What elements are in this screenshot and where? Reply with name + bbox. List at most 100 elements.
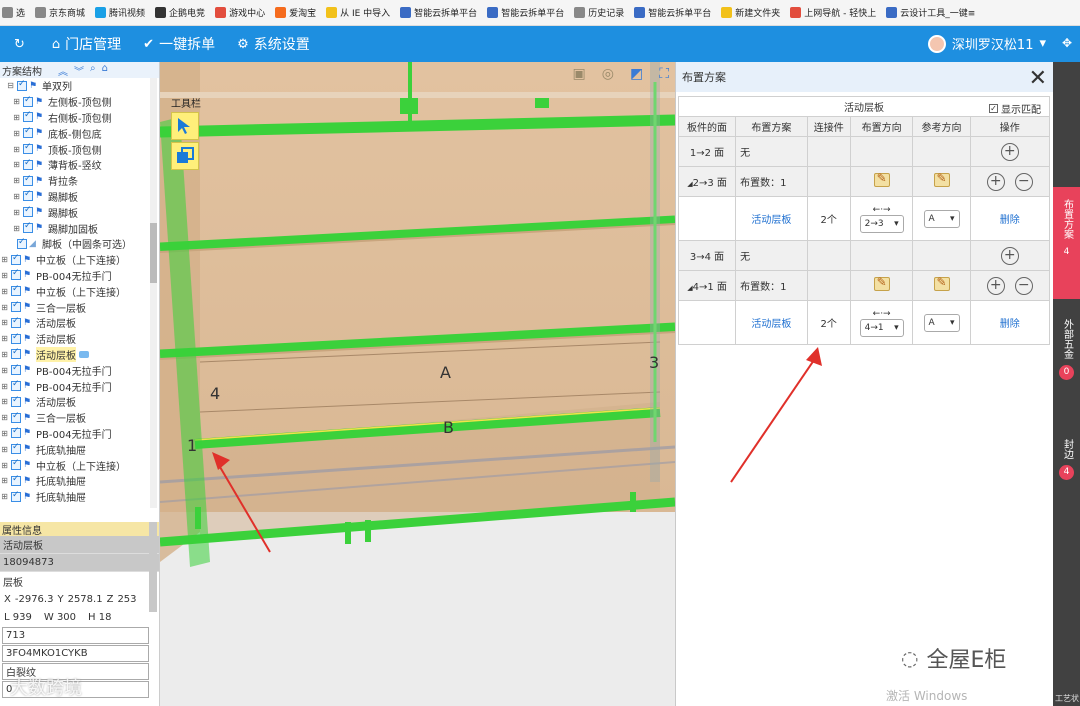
nav-item-refresh[interactable]: ↻ bbox=[14, 37, 30, 52]
checkbox-icon[interactable] bbox=[23, 189, 33, 202]
expand-icon[interactable]: ⊞ bbox=[12, 113, 21, 122]
bookmark-item[interactable]: 智能云拆单平台 bbox=[487, 6, 564, 19]
collapse-all-icon[interactable]: ︽ bbox=[58, 63, 68, 78]
expand-icon[interactable]: ⊞ bbox=[0, 429, 9, 438]
bookmark-item[interactable]: 智能云拆单平台 bbox=[400, 6, 477, 19]
checkbox-icon[interactable] bbox=[11, 379, 21, 392]
checkbox-icon[interactable] bbox=[11, 411, 21, 423]
bookmark-item[interactable]: 上网导航 - 轻快上 bbox=[790, 6, 876, 19]
tree-scrollbar[interactable] bbox=[150, 78, 157, 508]
nav-item-home[interactable]: ⌂ 门店管理 bbox=[52, 34, 121, 54]
tree-node[interactable]: ⊞ ⚑ 踢脚板 bbox=[0, 189, 159, 205]
tree-node[interactable]: ⊞ ⚑ 薄背板-竖纹 bbox=[0, 157, 159, 173]
bookmark-item[interactable]: 企鹅电竞 bbox=[155, 6, 205, 19]
edit-icon[interactable] bbox=[933, 171, 950, 187]
side-tab[interactable]: 外部五金 0 bbox=[1053, 307, 1080, 407]
expand-icon[interactable]: ⊞ bbox=[0, 382, 9, 391]
checkbox-icon[interactable] bbox=[23, 205, 33, 218]
checkbox-icon[interactable] bbox=[11, 426, 21, 439]
direction-select[interactable]: 2→3 ▾ bbox=[859, 215, 904, 233]
checkbox-icon[interactable] bbox=[11, 442, 21, 455]
target-icon[interactable]: ◎ bbox=[602, 66, 614, 82]
edit-icon[interactable] bbox=[933, 275, 950, 291]
tree-node[interactable]: ⊞ ⚑ 活动层板 bbox=[0, 394, 159, 410]
expand-icon[interactable]: ⊞ bbox=[12, 97, 21, 106]
expand-icon[interactable]: ⊞ bbox=[12, 129, 21, 138]
expand-icon[interactable]: ⊞ bbox=[0, 476, 9, 485]
tree-node[interactable]: ⊞ ⚑ 托底轨抽屉 bbox=[0, 473, 159, 489]
tree-node[interactable]: ⊟ ⚑ 单双列 bbox=[0, 78, 159, 94]
checkbox-icon[interactable]: ✓ bbox=[989, 104, 998, 113]
tree-node[interactable]: ⊞ ⚑ 中立板（上下连接） bbox=[0, 283, 159, 299]
3d-viewport[interactable]: ▣ ◎ ◩ ⛶ 工具栏 A B 1 3 4 bbox=[160, 62, 675, 706]
checkbox-icon[interactable] bbox=[23, 142, 33, 155]
expand-icon[interactable]: ⊞ bbox=[0, 492, 9, 501]
bookmark-item[interactable]: 选 bbox=[2, 6, 25, 19]
bookmark-item[interactable]: 云设计工具_一键≡ bbox=[886, 6, 975, 19]
fullscreen-view-icon[interactable]: ⛶ bbox=[659, 66, 669, 82]
expand-icon[interactable]: ⊞ bbox=[0, 318, 9, 327]
tree-node[interactable]: ⊞ ⚑ PB-004无拉手门 bbox=[0, 362, 159, 378]
add-icon[interactable]: + bbox=[986, 276, 1005, 295]
checkbox-icon[interactable] bbox=[11, 284, 21, 297]
expand-icon[interactable]: ⊞ bbox=[0, 255, 9, 264]
checkbox-icon[interactable] bbox=[11, 363, 21, 376]
tree-node[interactable]: ⊞ ⚑ 托底轨抽屉 bbox=[0, 489, 159, 505]
bookmark-item[interactable]: 智能云拆单平台 bbox=[634, 6, 711, 19]
edit-icon[interactable] bbox=[873, 275, 890, 291]
tree-node[interactable]: ⊞ ⚑ 中立板（上下连接） bbox=[0, 252, 159, 268]
expand-icon[interactable]: ⊞ bbox=[0, 366, 9, 375]
fullscreen-icon[interactable]: ✥ bbox=[1062, 36, 1072, 50]
tree-node[interactable]: ⊞ ⚑ 顶板-顶包侧 bbox=[0, 141, 159, 157]
tree-node[interactable]: ⊞ ⚑ 底板-侧包底 bbox=[0, 125, 159, 141]
remove-icon[interactable]: − bbox=[1014, 276, 1033, 295]
checkbox-icon[interactable] bbox=[17, 237, 27, 249]
property-scrollbar[interactable] bbox=[149, 522, 157, 612]
tree-node[interactable]: ⊞ ⚑ 活动层板 bbox=[0, 315, 159, 331]
expand-icon[interactable]: ⊟ bbox=[6, 81, 15, 90]
add-icon[interactable]: + bbox=[1000, 246, 1019, 265]
expand-icon[interactable]: ⊞ bbox=[12, 192, 21, 201]
tree-node[interactable]: ⊞ ⚑ PB-004无拉手门 bbox=[0, 378, 159, 394]
expand-icon[interactable]: ⊞ bbox=[12, 208, 21, 217]
side-tab[interactable]: 封边 4 bbox=[1053, 427, 1080, 497]
bookmark-item[interactable]: 腾讯视频 bbox=[95, 6, 145, 19]
tree-node[interactable]: ⊞ ⚑ 托底轨抽屉 bbox=[0, 441, 159, 457]
checkbox-icon[interactable] bbox=[11, 316, 21, 328]
tree-node[interactable]: ⊞ ⚑ 背拉条 bbox=[0, 173, 159, 189]
search-icon[interactable]: ⌕ bbox=[90, 63, 96, 78]
tree-node[interactable]: ⊞ ⚑ 右侧板-顶包侧 bbox=[0, 110, 159, 126]
tree-node[interactable]: ⊞ ⚑ 踢脚加固板 bbox=[0, 220, 159, 236]
reference-select[interactable]: A ▾ bbox=[923, 209, 960, 228]
checkbox-icon[interactable] bbox=[17, 79, 27, 91]
checkbox-icon[interactable] bbox=[11, 458, 21, 471]
expand-icon[interactable]: ⊞ bbox=[0, 350, 9, 359]
expand-all-icon[interactable]: ︾ bbox=[74, 63, 84, 78]
expand-icon[interactable]: ⊞ bbox=[0, 271, 9, 280]
home-icon[interactable]: ⌂ bbox=[102, 63, 108, 78]
property-field-2[interactable]: 3FO4MKO1CYKB bbox=[2, 645, 149, 662]
bookmark-item[interactable]: 从 IE 中导入 bbox=[326, 6, 390, 19]
reference-select[interactable]: A ▾ bbox=[923, 313, 960, 332]
expand-icon[interactable]: ⊞ bbox=[12, 160, 21, 169]
nav-item-shield-check[interactable]: ✔ 一键拆单 bbox=[143, 34, 215, 54]
expand-icon[interactable]: ⊞ bbox=[12, 145, 21, 154]
bookmark-item[interactable]: 游戏中心 bbox=[215, 6, 265, 19]
expand-icon[interactable]: ⊞ bbox=[0, 397, 9, 406]
checkbox-icon[interactable] bbox=[23, 174, 33, 186]
tree-node[interactable]: ⊞ ⚑ 三合一层板 bbox=[0, 410, 159, 426]
direction-select[interactable]: 4→1 ▾ bbox=[859, 319, 904, 337]
tree-node[interactable]: ⊞ ⚑ 中立板（上下连接） bbox=[0, 457, 159, 473]
close-icon[interactable]: ✕ bbox=[1029, 66, 1047, 91]
checkbox-icon[interactable] bbox=[11, 347, 21, 360]
checkbox-icon[interactable] bbox=[23, 126, 33, 139]
user-menu[interactable]: 深圳罗汉松11 ▾ bbox=[927, 34, 1046, 53]
expand-icon[interactable]: ⊞ bbox=[0, 445, 9, 454]
checkbox-icon[interactable] bbox=[23, 158, 33, 170]
tree-node[interactable]: ◢ 脚板（中圆条可选） bbox=[0, 236, 159, 252]
checkbox-icon[interactable] bbox=[11, 268, 21, 281]
checkbox-icon[interactable] bbox=[11, 395, 21, 407]
bookmark-item[interactable]: 爱淘宝 bbox=[275, 6, 316, 19]
bookmark-item[interactable]: 历史记录 bbox=[574, 6, 624, 19]
expand-icon[interactable]: ⊞ bbox=[12, 224, 21, 233]
